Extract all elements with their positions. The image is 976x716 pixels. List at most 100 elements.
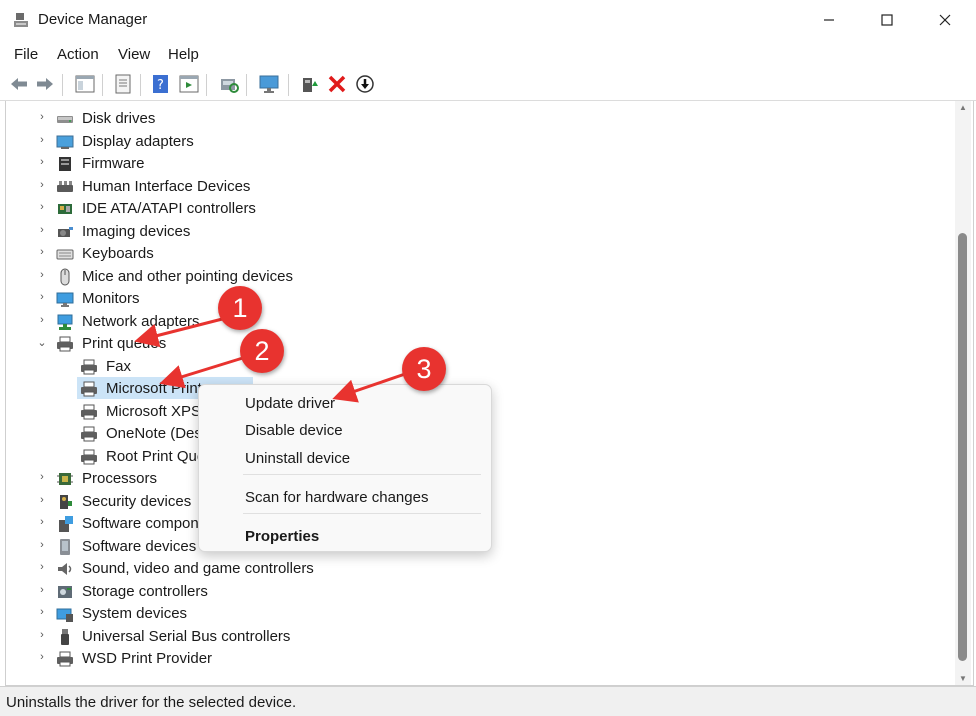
action-pane-icon[interactable]: [178, 74, 200, 94]
tree-category-row[interactable]: › Human Interface Devices: [0, 176, 950, 198]
tree-item-label: Print queues: [82, 335, 167, 352]
processor-icon: [57, 473, 73, 485]
status-bar: Uninstalls the driver for the selected d…: [0, 686, 976, 716]
maximize-button[interactable]: [858, 0, 916, 40]
printer-icon: [81, 426, 97, 442]
scroll-down-arrow-icon[interactable]: ▼: [959, 674, 967, 683]
tree-item-label: OneNote (Des: [106, 425, 202, 442]
scroll-up-arrow-icon[interactable]: ▲: [959, 103, 967, 112]
tree-item-label: IDE ATA/ATAPI controllers: [82, 200, 256, 217]
monitor-icon[interactable]: [258, 74, 280, 94]
chevron-right-icon[interactable]: ›: [37, 111, 47, 123]
context-uninstall-device[interactable]: Uninstall device: [245, 450, 350, 467]
tree-category-row[interactable]: › Sound, video and game controllers: [0, 558, 950, 580]
tree-item-label: Storage controllers: [82, 582, 208, 600]
menu-help[interactable]: Help: [168, 46, 199, 63]
chevron-right-icon[interactable]: ›: [37, 269, 47, 281]
tree-item-label: Display adapters: [82, 132, 194, 150]
tree-category-row[interactable]: › Disk drives: [0, 108, 950, 130]
show-hide-console-tree-icon[interactable]: [74, 74, 96, 94]
chevron-right-icon[interactable]: ›: [37, 314, 47, 326]
disable-device-icon[interactable]: [354, 74, 376, 94]
chevron-right-icon[interactable]: ›: [37, 224, 47, 236]
forward-arrow-icon[interactable]: [34, 74, 56, 94]
context-scan-hardware[interactable]: Scan for hardware changes: [245, 489, 428, 506]
software-device-icon: [60, 538, 70, 555]
chevron-right-icon[interactable]: ›: [37, 516, 47, 528]
chevron-right-icon[interactable]: ›: [37, 494, 47, 506]
menu-view[interactable]: View: [118, 46, 150, 63]
scroll-thumb[interactable]: [958, 233, 967, 661]
minimize-button[interactable]: [800, 0, 858, 40]
chevron-right-icon[interactable]: ›: [37, 179, 47, 191]
close-icon: [939, 14, 951, 26]
tree-item-label: Universal Serial Bus controllers: [82, 627, 291, 645]
hid-icon: [57, 180, 73, 192]
chevron-right-icon[interactable]: ›: [37, 561, 47, 573]
chevron-right-icon[interactable]: ›: [37, 629, 47, 641]
tree-category-row[interactable]: › Network adapters: [0, 311, 950, 333]
tree-category-row[interactable]: › System devices: [0, 603, 950, 625]
chevron-right-icon[interactable]: ›: [37, 606, 47, 618]
chevron-right-icon[interactable]: ›: [37, 651, 47, 663]
chevron-down-icon[interactable]: ⌄: [37, 336, 47, 349]
menu-file[interactable]: File: [14, 46, 38, 63]
tree-item-label: Fax: [106, 357, 132, 375]
mouse-icon: [60, 268, 70, 285]
chevron-right-icon[interactable]: ›: [37, 156, 47, 168]
tree-category-row[interactable]: › Storage controllers: [0, 581, 950, 603]
tree-item-label: Firmware: [82, 155, 145, 172]
vertical-scrollbar[interactable]: ▲ ▼: [955, 101, 971, 685]
title-bar: Device Manager: [0, 0, 976, 40]
tree-item-label: Network adapters: [82, 312, 200, 330]
tree-category-row[interactable]: › Keyboards: [0, 243, 950, 265]
tree-category-row[interactable]: › WSD Print Provider: [0, 648, 950, 670]
tree-item-label: WSD Print Provider: [82, 650, 213, 667]
system-device-icon: [56, 608, 73, 622]
tree-device-row[interactable]: Fax: [0, 356, 950, 378]
tree-category-row[interactable]: ⌄ Print queues: [0, 333, 950, 355]
tree-item-label: Sound, video and game controllers: [82, 560, 314, 577]
window-title: Device Manager: [38, 11, 148, 28]
software-component-icon: [59, 516, 73, 532]
context-properties[interactable]: Properties: [245, 528, 319, 545]
menu-action[interactable]: Action: [57, 46, 99, 63]
chevron-right-icon[interactable]: ›: [37, 246, 47, 258]
tree-item-label: Root Print Que: [106, 447, 206, 465]
tree-item-label: Mice and other pointing devices: [82, 267, 293, 285]
chevron-right-icon[interactable]: ›: [37, 471, 47, 483]
close-button[interactable]: [916, 0, 974, 40]
printer-icon: [81, 404, 97, 419]
update-driver-icon[interactable]: [298, 74, 320, 94]
chevron-right-icon[interactable]: ›: [37, 539, 47, 551]
back-arrow-icon[interactable]: [8, 74, 30, 94]
uninstall-x-icon[interactable]: [326, 74, 348, 94]
ide-controller-icon: [58, 204, 72, 214]
menu-bar: File Action View Help: [0, 40, 976, 68]
tree-item-label: System devices: [82, 605, 188, 622]
tree-category-row[interactable]: › Monitors: [0, 288, 950, 310]
tree-item-label: Monitors: [82, 290, 140, 307]
minimize-icon: [824, 19, 834, 21]
printer-icon: [57, 336, 73, 352]
tree-category-row[interactable]: › Mice and other pointing devices: [0, 266, 950, 288]
tree-item-label: Microsoft XPS: [106, 402, 202, 420]
tree-category-row[interactable]: › Display adapters: [0, 131, 950, 153]
disk-drive-icon: [57, 116, 73, 123]
context-update-driver[interactable]: Update driver: [245, 395, 335, 412]
printer-icon: [57, 651, 73, 667]
chevron-right-icon[interactable]: ›: [37, 201, 47, 213]
context-disable-device[interactable]: Disable device: [245, 422, 343, 439]
tree-category-row[interactable]: › Firmware: [0, 153, 950, 175]
properties-icon[interactable]: [112, 74, 134, 94]
tree-category-row[interactable]: › Imaging devices: [0, 221, 950, 243]
chevron-right-icon[interactable]: ›: [37, 584, 47, 596]
tree-category-row[interactable]: › IDE ATA/ATAPI controllers: [0, 198, 950, 220]
monitor-icon: [56, 292, 74, 307]
tree-category-row[interactable]: › Universal Serial Bus controllers: [0, 626, 950, 648]
context-separator: [243, 474, 481, 475]
scan-hardware-icon[interactable]: [218, 74, 240, 94]
chevron-right-icon[interactable]: ›: [37, 291, 47, 303]
chevron-right-icon[interactable]: ›: [37, 134, 47, 146]
help-icon[interactable]: ?: [150, 74, 172, 94]
